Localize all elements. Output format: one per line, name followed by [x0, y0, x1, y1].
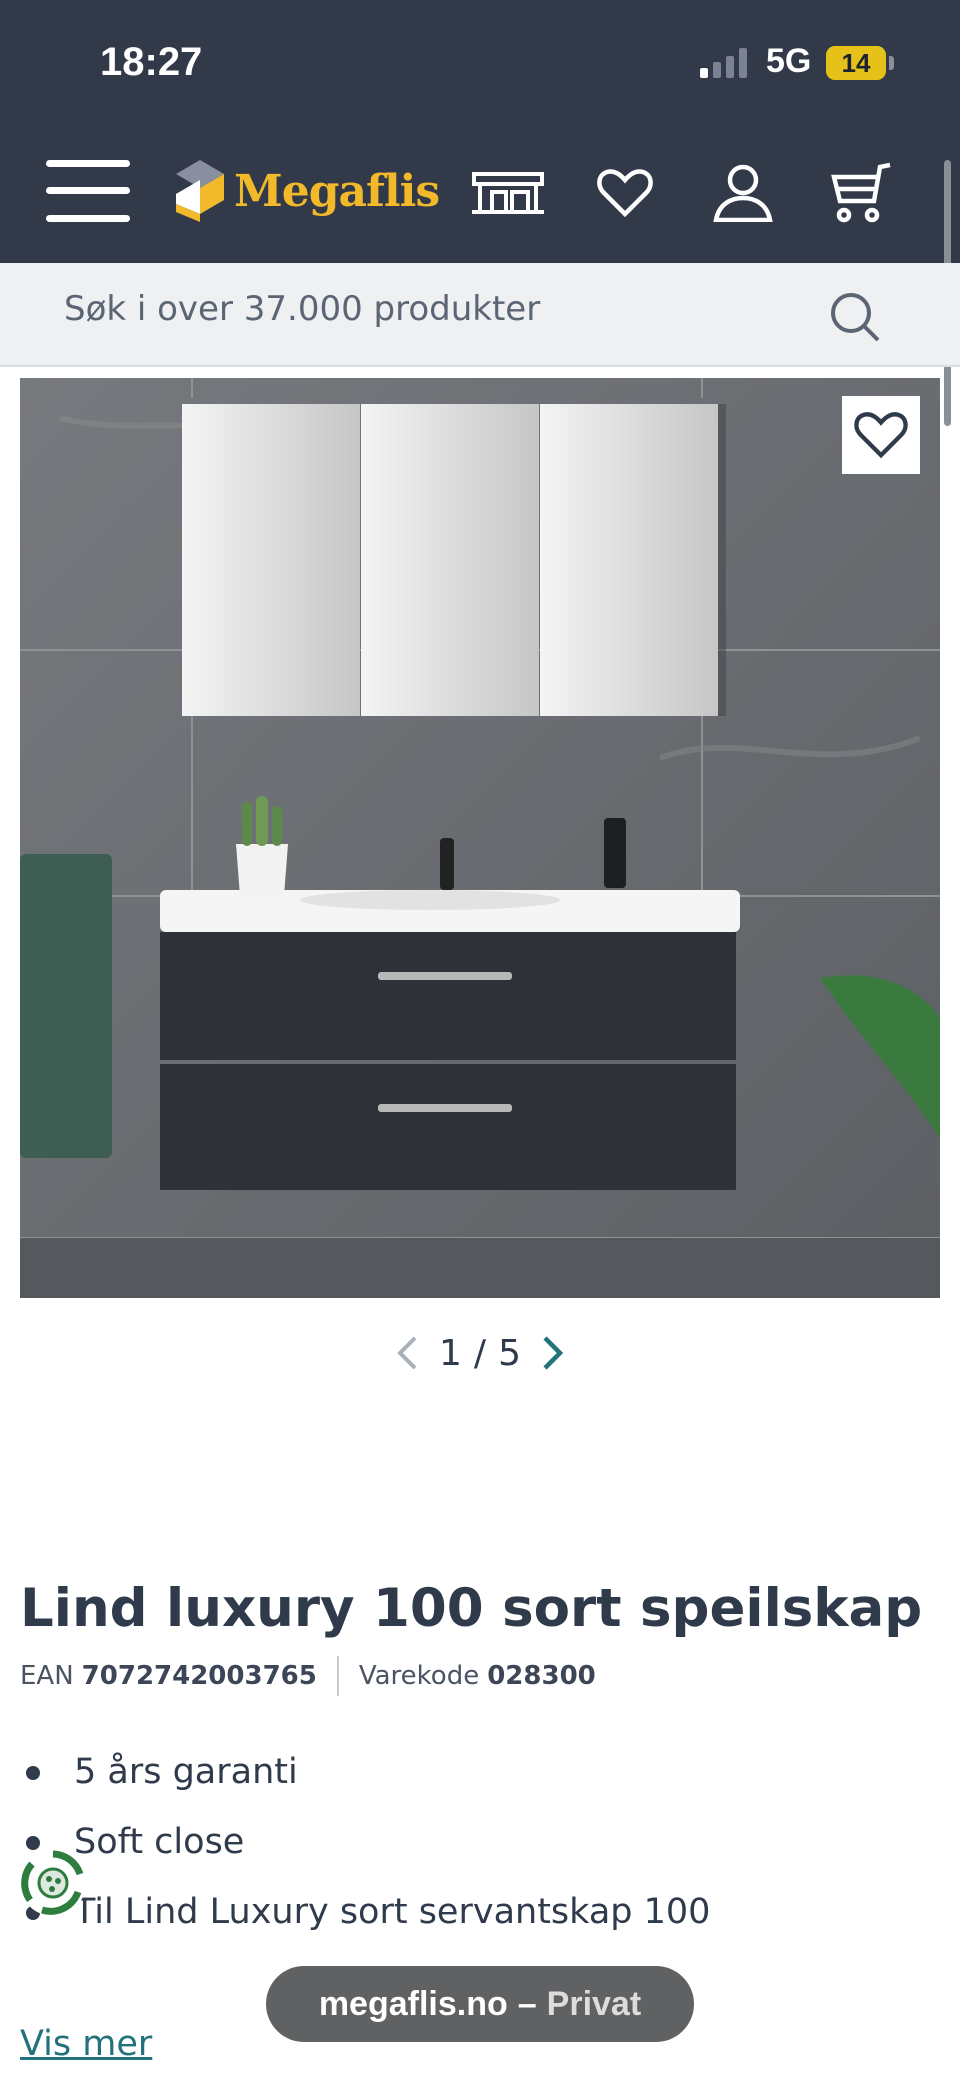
menu-icon[interactable]	[46, 160, 130, 222]
search-icon[interactable]	[820, 287, 890, 347]
ean-label: EAN	[20, 1661, 74, 1691]
chevron-right-icon	[543, 1336, 564, 1370]
pager-separator: /	[473, 1332, 487, 1374]
private-mode-label: Privat	[546, 1984, 642, 2023]
pager-total: 5	[498, 1332, 521, 1374]
signal-icon	[700, 48, 747, 78]
status-bar: 18:27 5G 14	[0, 0, 960, 130]
sku-value: 028300	[487, 1661, 596, 1691]
product-image[interactable]	[20, 378, 940, 1298]
logo-icon	[176, 160, 224, 222]
logo[interactable]: Megaflis	[176, 156, 440, 226]
image-pager: 1 / 5	[380, 1330, 580, 1376]
battery-icon: 14	[826, 46, 886, 80]
status-time: 18:27	[100, 40, 203, 84]
heart-icon	[854, 412, 908, 459]
chevron-left-icon	[397, 1336, 417, 1370]
user-icon[interactable]	[703, 158, 783, 228]
site-header: Megaflis	[0, 130, 960, 263]
heart-icon[interactable]	[585, 158, 665, 228]
store-icon[interactable]	[468, 158, 548, 228]
url-dash: –	[517, 1984, 537, 2023]
feature-item: 5 års garanti	[20, 1746, 710, 1816]
eco-badge-icon[interactable]	[18, 1848, 88, 1918]
feature-item: Til Lind Luxury sort servantskap 100	[20, 1886, 710, 1956]
pager-current: 1	[439, 1332, 462, 1374]
show-more-link[interactable]: Vis mer	[20, 2024, 152, 2064]
sku-label: Varekode	[358, 1661, 480, 1691]
prev-image-button[interactable]	[387, 1330, 427, 1376]
product-title: Lind luxury 100 sort speilskap	[20, 1578, 923, 1639]
next-image-button[interactable]	[533, 1330, 573, 1376]
search-input[interactable]	[64, 289, 804, 329]
product-codes: EAN 7072742003765 Varekode 028300	[20, 1656, 596, 1696]
browser-url-pill[interactable]: megaflis.no – Privat	[266, 1966, 694, 2042]
ean-value: 7072742003765	[81, 1661, 317, 1691]
feature-list: 5 års garanti Soft close Til Lind Luxury…	[20, 1746, 710, 1956]
code-divider	[336, 1656, 339, 1696]
search-bar	[0, 263, 960, 367]
network-label: 5G	[766, 42, 812, 80]
logo-text: Megaflis	[234, 165, 440, 217]
favorite-button[interactable]	[842, 396, 920, 474]
feature-item: Soft close	[20, 1816, 710, 1886]
url-domain: megaflis.no	[318, 1984, 508, 2023]
cart-icon[interactable]	[820, 158, 900, 228]
battery-tip	[889, 56, 894, 70]
